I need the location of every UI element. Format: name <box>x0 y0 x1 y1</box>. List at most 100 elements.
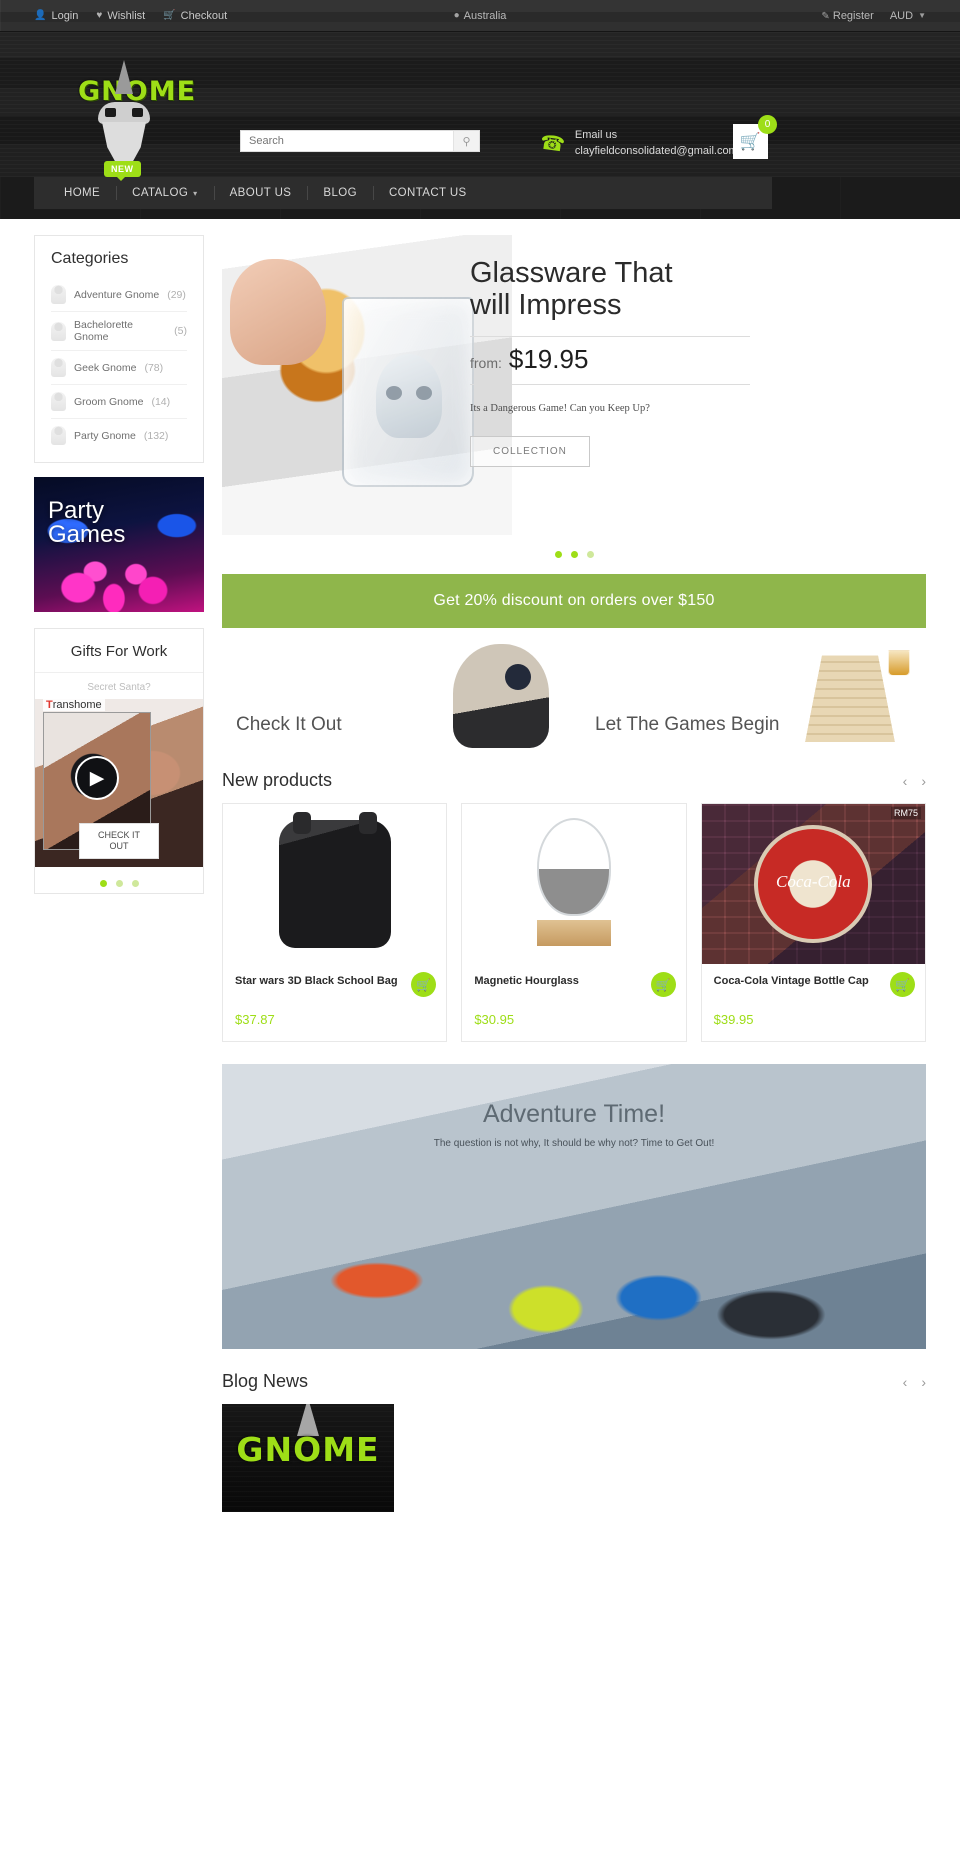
product-price: $30.95 <box>474 1012 515 1027</box>
location-label: Australia <box>463 9 507 22</box>
cap-brand-text: Coca-Cola <box>776 871 851 891</box>
shopping-cart-icon: 🛒 <box>416 977 432 992</box>
nav-new-badge: NEW <box>104 161 141 181</box>
email-address[interactable]: clayfieldconsolidated@gmail.com <box>575 144 738 160</box>
search-input[interactable] <box>241 131 453 151</box>
product-image-tag: RM75 <box>890 807 921 819</box>
feature-tiles: Check It Out Let The Games Begin <box>222 640 926 748</box>
gnome-thumb-icon <box>51 392 66 411</box>
skull-glass-image <box>342 297 474 487</box>
product-name: Star wars 3D Black School Bag <box>235 975 398 987</box>
gnome-thumb-icon <box>51 321 66 341</box>
product-body: Star wars 3D Black School Bag $37.87 🛒 <box>223 964 446 1041</box>
add-to-cart-button[interactable]: 🛒 <box>889 972 915 997</box>
gifts-for-work-media[interactable]: Transhome ▶ CHECK IT OUT <box>35 699 203 867</box>
gifts-cta-line2: OUT <box>109 840 129 851</box>
category-item-adventure-gnome[interactable]: Adventure Gnome (29) <box>51 278 187 311</box>
adventure-title: Adventure Time! <box>482 1100 666 1128</box>
add-to-cart-button[interactable]: 🛒 <box>650 972 676 997</box>
party-games-promo[interactable]: Party Games <box>34 477 204 612</box>
category-item-groom-gnome[interactable]: Groom Gnome (14) <box>51 384 187 418</box>
search-box[interactable]: ⚲ <box>240 130 480 152</box>
nav-label-contact-us: CONTACT US <box>388 187 467 199</box>
nav-item-catalog[interactable]: CATALOG ▾ <box>116 177 213 209</box>
hero-slider[interactable]: Glassware That will Impress from: $19.95… <box>222 235 926 535</box>
carousel-dot-3[interactable] <box>131 880 139 887</box>
gnome-hat-icon <box>115 60 133 94</box>
gifts-for-work-subtitle: Secret Santa? <box>87 682 151 693</box>
new-products-list: Star wars 3D Black School Bag $37.87 🛒 M… <box>222 803 926 1042</box>
main-nav: NEW HOME CATALOG ▾ ABOUT US BLOG CONTACT… <box>34 161 772 209</box>
blog-news-nav: ‹ › <box>903 1374 926 1390</box>
product-price: $39.95 <box>713 1012 754 1027</box>
product-name: Coca-Cola Vintage Bottle Cap <box>713 975 869 987</box>
category-item-bachelorette-gnome[interactable]: Bachelorette Gnome (5) <box>51 311 187 350</box>
gifts-cta-line1: CHECK IT <box>97 829 140 840</box>
map-pin-icon: ● <box>453 10 460 21</box>
nav-item-home[interactable]: HOME <box>48 177 116 209</box>
main-column: Glassware That will Impress from: $19.95… <box>222 235 926 1512</box>
play-icon[interactable]: ▶ <box>75 756 119 801</box>
star-wars-backpack-image <box>278 812 391 948</box>
product-body: Magnetic Hourglass $30.95 🛒 <box>462 964 685 1041</box>
hourglass-image <box>536 818 611 916</box>
nav-label-blog: BLOG <box>323 187 357 199</box>
chevron-right-icon[interactable]: › <box>921 773 926 789</box>
main-nav-wrapper: NEW HOME CATALOG ▾ ABOUT US BLOG CONTACT… <box>0 161 960 219</box>
categories-panel: Categories Adventure Gnome (29) Bachelor… <box>34 235 204 463</box>
hero-title-clipped-line <box>470 241 770 257</box>
product-card[interactable]: Magnetic Hourglass $30.95 🛒 <box>461 803 687 1042</box>
utility-bar: 👤 Login ♥ Wishlist 🛒 Checkout ● Australi… <box>0 0 960 32</box>
hero-carousel-dots[interactable] <box>222 551 926 558</box>
gifts-carousel-dots[interactable] <box>35 867 203 893</box>
gifts-check-it-out-button[interactable]: CHECK IT OUT <box>79 822 159 859</box>
nav-label-about-us: ABOUT US <box>229 187 292 199</box>
watermark-rest: ranshome <box>52 699 102 711</box>
hero-from-label: from: <box>470 354 502 371</box>
feature-label-2: Let The Games Begin <box>595 714 780 735</box>
gifts-for-work-title: Gifts For Work <box>35 629 203 673</box>
hero-title-line1: Glassware That <box>470 257 673 289</box>
product-card[interactable]: Coca-Cola RM75 Coca-Cola Vintage Bottle … <box>700 803 926 1042</box>
storefront-page: 👤 Login ♥ Wishlist 🛒 Checkout ● Australi… <box>0 0 960 1875</box>
hero-title-line2: will Impress <box>470 289 622 322</box>
hero-dot-2[interactable] <box>570 551 578 558</box>
chevron-down-icon: ▾ <box>193 188 198 198</box>
hero-copy: Glassware That will Impress from: $19.95… <box>470 235 926 467</box>
site-logo[interactable]: GNOME <box>78 60 195 168</box>
nav-item-contact-us[interactable]: CONTACT US <box>372 177 483 209</box>
hand-image <box>230 259 326 365</box>
pencil-icon: ✎ <box>821 10 830 22</box>
category-count: (5) <box>174 325 187 337</box>
blog-news-title: Blog News <box>222 1371 309 1391</box>
hero-dot-1[interactable] <box>554 551 562 558</box>
product-card[interactable]: Star wars 3D Black School Bag $37.87 🛒 <box>222 803 448 1042</box>
blog-card[interactable]: GNOME <box>222 1404 394 1512</box>
chevron-right-icon[interactable]: › <box>921 1374 926 1390</box>
hero-dot-3[interactable] <box>586 551 594 558</box>
search-submit-button[interactable]: ⚲ <box>453 131 479 151</box>
feature-tile-let-the-games-begin[interactable]: Let The Games Begin <box>581 640 926 748</box>
hero-title: Glassware That will Impress <box>470 241 770 322</box>
category-item-geek-gnome[interactable]: Geek Gnome (78) <box>51 350 187 384</box>
nav-item-about-us[interactable]: ABOUT US <box>213 177 308 209</box>
mini-cart[interactable]: 🛒 0 <box>733 115 777 159</box>
nav-label-home: HOME <box>64 187 101 199</box>
chevron-left-icon[interactable]: ‹ <box>903 773 908 789</box>
page-content: Categories Adventure Gnome (29) Bachelor… <box>0 219 960 1512</box>
categories-title: Categories <box>51 250 129 267</box>
location-indicator[interactable]: ● Australia <box>0 10 960 22</box>
feature-tile-check-it-out[interactable]: Check It Out <box>222 640 567 748</box>
hero-collection-button[interactable]: COLLECTION <box>470 435 590 467</box>
category-item-party-gnome[interactable]: Party Gnome (132) <box>51 418 187 452</box>
gnome-thumb-icon <box>51 358 66 377</box>
carousel-dot-2[interactable] <box>115 880 123 887</box>
carousel-dot-1[interactable] <box>99 880 107 887</box>
chevron-left-icon[interactable]: ‹ <box>903 1374 908 1390</box>
product-image <box>223 804 447 964</box>
shopping-cart-icon: 🛒 <box>739 131 762 151</box>
category-count: (132) <box>143 429 169 442</box>
nav-item-blog[interactable]: BLOG <box>307 177 373 209</box>
discount-banner[interactable]: Get 20% discount on orders over $150 <box>222 574 926 628</box>
adventure-banner[interactable]: Adventure Time! The question is not why,… <box>222 1064 926 1349</box>
